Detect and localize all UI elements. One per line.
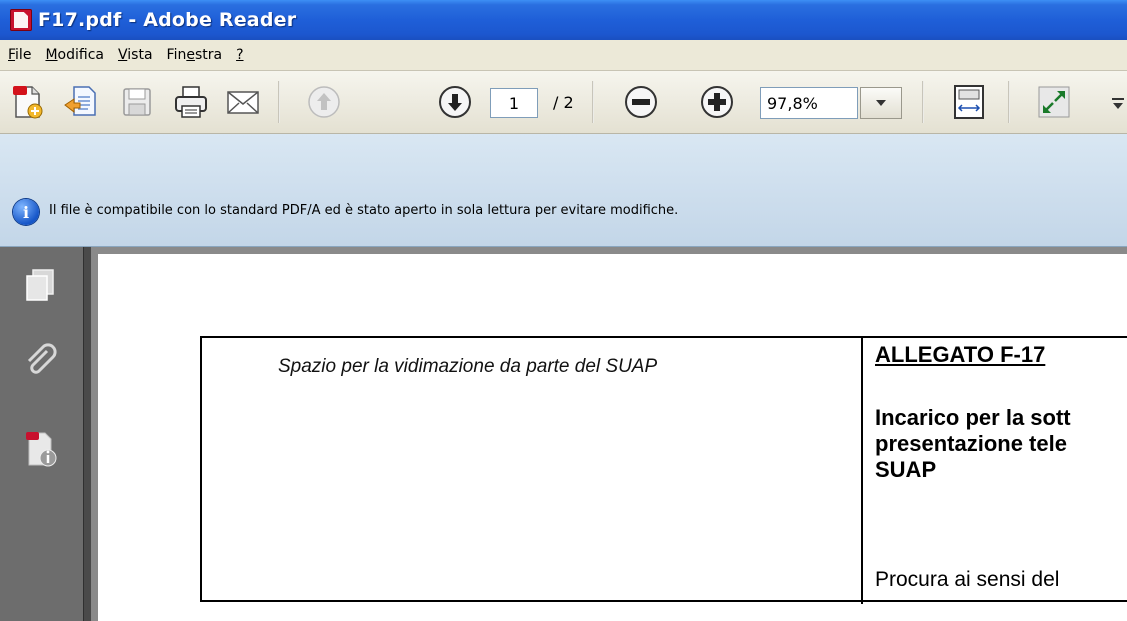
panel-splitter[interactable] (83, 247, 92, 621)
more-tools-icon[interactable] (1113, 103, 1123, 109)
incarico-line-2: presentazione tele (875, 431, 1067, 456)
attachments-icon[interactable] (20, 341, 60, 381)
menu-vista[interactable]: Vista (118, 47, 153, 63)
toolbar-separator (1008, 81, 1010, 123)
menu-help-mnemonic: ? (236, 47, 244, 63)
window-title: F17.pdf - Adobe Reader (38, 9, 297, 31)
menu-modifica-mnemonic: M (45, 47, 58, 63)
menu-vista-label: ista (127, 47, 153, 63)
pages-icon[interactable] (20, 265, 60, 305)
toolbar: 1 / 2 97,8% (0, 71, 1127, 134)
page-number-input[interactable]: 1 (490, 88, 538, 118)
more-tools-bar (1112, 98, 1124, 100)
toolbar-separator (592, 81, 594, 123)
table-divider (861, 336, 863, 604)
zoom-out-icon[interactable] (622, 83, 660, 121)
zoom-dropdown-button[interactable] (860, 87, 902, 119)
zoom-in-icon[interactable] (698, 83, 736, 121)
previous-page-icon[interactable] (305, 83, 343, 121)
fit-page-icon[interactable] (950, 83, 988, 121)
menu-modifica[interactable]: Modifica (45, 47, 104, 63)
stamp-space-label: Spazio per la vidimazione da parte del S… (278, 356, 658, 377)
menu-finestra-pre: Fin (166, 47, 187, 63)
document-info-icon[interactable] (20, 429, 60, 469)
title-bar: F17.pdf - Adobe Reader (0, 0, 1127, 40)
procura-text: Procura ai sensi del (875, 568, 1060, 591)
chevron-down-icon (876, 100, 886, 106)
allegato-heading: ALLEGATO F-17 (875, 342, 1046, 367)
menu-finestra[interactable]: Finestra (167, 47, 223, 63)
info-message: Il file è compatibile con lo standard PD… (49, 203, 679, 218)
adobe-reader-icon (10, 9, 32, 31)
toolbar-separator (278, 81, 280, 123)
navigation-panel (0, 247, 83, 621)
zoom-input[interactable]: 97,8% (760, 87, 858, 119)
info-icon: i (13, 199, 39, 225)
menu-modifica-label: odifica (57, 47, 104, 63)
menu-file-mnemonic: F (8, 47, 16, 63)
menu-file[interactable]: File (8, 47, 31, 63)
menu-finestra-mnemonic: e (186, 47, 195, 63)
full-screen-icon[interactable] (1035, 83, 1073, 121)
toolbar-separator (922, 81, 924, 123)
print-icon[interactable] (172, 83, 210, 121)
incarico-heading: Incarico per la sott presentazione tele … (875, 405, 1071, 483)
email-icon[interactable] (224, 83, 262, 121)
menu-bar: File Modifica Vista Finestra ? (0, 40, 1127, 71)
next-page-icon[interactable] (436, 83, 474, 121)
menu-finestra-label: stra (194, 47, 223, 63)
incarico-line-3: SUAP (875, 457, 937, 482)
incarico-line-1: Incarico per la sott (875, 405, 1071, 430)
save-icon[interactable] (118, 83, 156, 121)
menu-vista-mnemonic: V (117, 47, 128, 63)
open-icon[interactable] (62, 83, 100, 121)
create-pdf-icon[interactable] (8, 83, 46, 121)
page-total: / 2 (553, 93, 574, 112)
menu-file-label: ile (15, 47, 32, 63)
menu-help[interactable]: ? (236, 47, 243, 63)
document-message-bar: i Il file è compatibile con lo standard … (0, 134, 1127, 247)
